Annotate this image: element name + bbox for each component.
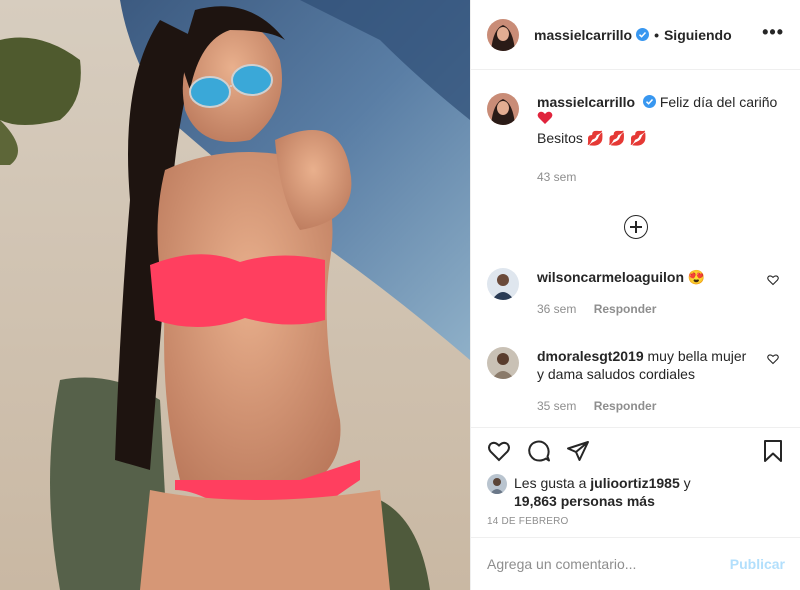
add-comment-bar: Agrega un comentario... Publicar	[471, 537, 800, 590]
likes-and: y	[683, 475, 691, 491]
like-comment-heart-icon[interactable]	[767, 353, 779, 365]
like-heart-icon[interactable]	[487, 439, 511, 463]
author-avatar[interactable]	[487, 93, 519, 125]
commenter-avatar[interactable]	[487, 347, 519, 379]
likes-prefix: Les gusta a	[514, 475, 587, 491]
commenter-avatar[interactable]	[487, 268, 519, 300]
comment-bubble-icon[interactable]	[527, 439, 551, 463]
likes-count-link[interactable]: 19,863 personas más	[514, 493, 655, 509]
publish-button[interactable]: Publicar	[730, 556, 785, 572]
caption-text-line2: Besitos 💋 💋 💋	[537, 130, 647, 146]
more-options-icon[interactable]: •••	[762, 22, 784, 43]
comment-item: wilsoncarmeloaguilon 😍 36 sem Responder	[487, 268, 785, 318]
comment-text: 😍	[687, 269, 706, 285]
post-date[interactable]: 14 DE FEBRERO	[471, 516, 800, 527]
separator-dot: •	[654, 26, 659, 43]
reply-button[interactable]: Responder	[594, 399, 657, 413]
add-comment-input[interactable]: Agrega un comentario...	[487, 556, 730, 572]
author-avatar[interactable]	[487, 18, 519, 51]
comment-item: dmoralesgt2019 muy bella mujer y dama sa…	[487, 347, 785, 415]
comment-timestamp[interactable]: 36 sem	[537, 302, 576, 316]
load-more-comments-button[interactable]	[487, 215, 785, 239]
caption-username[interactable]: massielcarrillo	[537, 94, 635, 110]
like-comment-heart-icon[interactable]	[767, 274, 779, 286]
post-caption: massielcarrillo Feliz día del cariño Bes…	[487, 93, 785, 186]
post-photo[interactable]	[0, 0, 470, 590]
caption-timestamp[interactable]: 43 sem	[537, 168, 782, 186]
red-heart-emoji	[537, 111, 782, 129]
reply-button[interactable]: Responder	[594, 302, 657, 316]
comment-username[interactable]: dmoralesgt2019	[537, 348, 644, 364]
save-bookmark-icon[interactable]	[761, 439, 785, 463]
plus-circle-icon[interactable]	[624, 215, 648, 239]
post-sidebar: massielcarrillo • Siguiendo ••• massielc…	[470, 0, 800, 590]
author-username[interactable]: massielcarrillo	[534, 27, 632, 43]
share-paper-plane-icon[interactable]	[566, 439, 590, 463]
verified-icon	[642, 95, 656, 108]
caption-text: Feliz día del cariño	[659, 94, 778, 110]
liker-username[interactable]: julioortiz1985	[590, 475, 679, 491]
comments-list[interactable]: massielcarrillo Feliz día del cariño Bes…	[471, 71, 800, 427]
post-header: massielcarrillo • Siguiendo •••	[471, 0, 800, 70]
action-bar	[471, 428, 800, 474]
follow-status-button[interactable]: Siguiendo	[664, 27, 732, 43]
liker-avatar[interactable]	[487, 474, 507, 494]
likes-summary: Les gusta a julioortiz1985 y 19,863 pers…	[471, 474, 800, 510]
comment-timestamp[interactable]: 35 sem	[537, 399, 576, 413]
post-actions-section: Les gusta a julioortiz1985 y 19,863 pers…	[471, 427, 800, 527]
comment-username[interactable]: wilsoncarmeloaguilon	[537, 269, 684, 285]
verified-icon	[636, 28, 650, 41]
